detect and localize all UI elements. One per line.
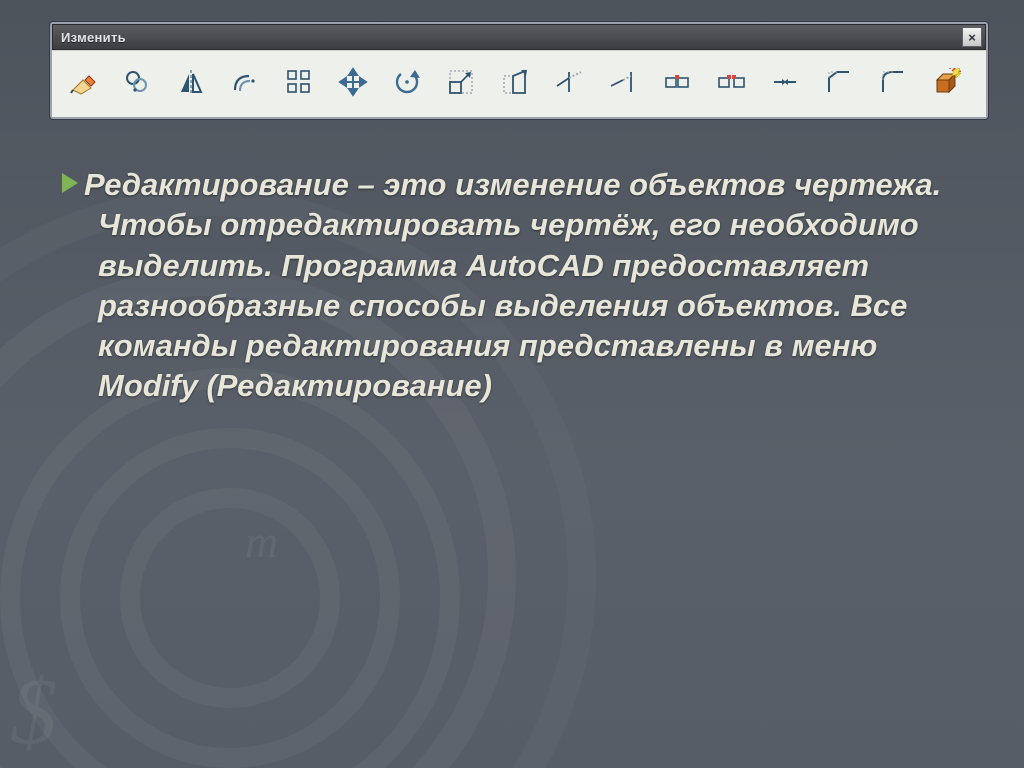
modify-toolbar: Изменить × <box>50 22 988 119</box>
join-icon[interactable] <box>768 65 802 99</box>
toolbar-strip <box>52 50 986 117</box>
break-icon[interactable] <box>714 65 748 99</box>
presentation-slide: m $ Изменить × <box>0 0 1024 768</box>
toolbar-title: Изменить <box>61 30 126 45</box>
scale-icon[interactable] <box>444 65 478 99</box>
extend-icon[interactable] <box>606 65 640 99</box>
body-paragraph: Редактирование – это изменение объектов … <box>84 167 941 403</box>
fillet-icon[interactable] <box>876 65 910 99</box>
close-icon: × <box>968 30 976 45</box>
decorative-text: $ <box>10 658 57 766</box>
move-icon[interactable] <box>336 65 370 99</box>
break-at-point-icon[interactable] <box>660 65 694 99</box>
trim-icon[interactable] <box>552 65 586 99</box>
rotate-icon[interactable] <box>390 65 424 99</box>
chamfer-icon[interactable] <box>822 65 856 99</box>
close-button[interactable]: × <box>962 27 982 47</box>
decorative-text: m <box>245 515 278 568</box>
offset-icon[interactable] <box>228 65 262 99</box>
mirror-icon[interactable] <box>174 65 208 99</box>
stretch-icon[interactable] <box>498 65 532 99</box>
toolbar-titlebar[interactable]: Изменить × <box>52 24 986 50</box>
copy-icon[interactable] <box>120 65 154 99</box>
bullet-icon <box>62 173 78 193</box>
explode-icon[interactable] <box>930 65 964 99</box>
array-icon[interactable] <box>282 65 316 99</box>
erase-icon[interactable] <box>66 65 100 99</box>
slide-body-text: Редактирование – это изменение объектов … <box>62 165 962 407</box>
